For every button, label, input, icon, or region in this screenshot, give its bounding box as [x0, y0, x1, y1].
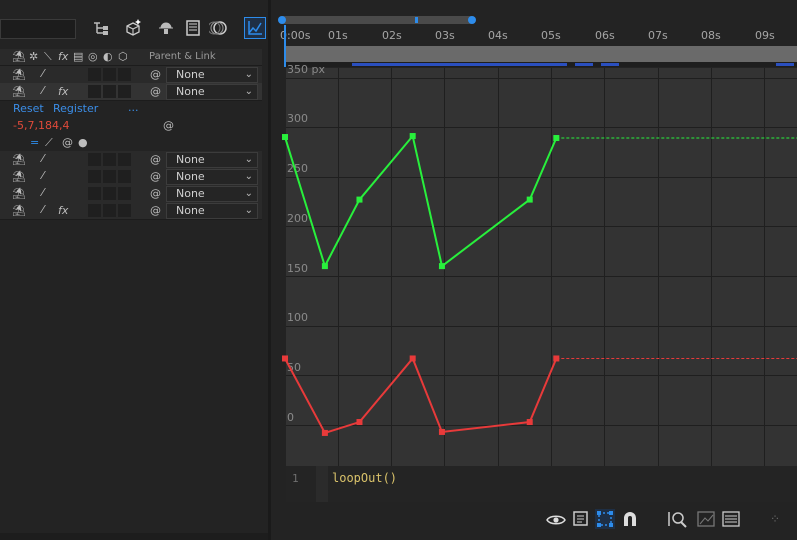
expression-gutter [316, 466, 328, 502]
red-keyframe[interactable] [409, 355, 416, 362]
red-keyframe[interactable] [553, 355, 560, 362]
green-curve[interactable] [284, 133, 558, 269]
red-keyframe[interactable] [526, 419, 533, 426]
green-keyframe[interactable] [526, 196, 533, 203]
green-keyframe[interactable] [553, 135, 560, 142]
red-keyframe[interactable] [438, 428, 445, 435]
green-keyframe[interactable] [356, 196, 363, 203]
green-keyframe[interactable] [282, 134, 288, 141]
green-keyframe[interactable] [409, 133, 416, 140]
clipboard-icon[interactable] [572, 510, 590, 532]
ease-graph-icon[interactable] [721, 510, 741, 532]
expression-editor[interactable]: 1 loopOut() [286, 466, 797, 502]
transform-box-icon[interactable] [595, 509, 615, 529]
green-keyframe[interactable] [438, 263, 445, 270]
red-keyframe[interactable] [356, 419, 363, 426]
more-options-icon[interactable]: ⁘ [770, 512, 780, 526]
expression-code[interactable]: loopOut() [332, 471, 397, 485]
red-curve[interactable] [284, 356, 558, 435]
graph-type-icon[interactable] [696, 510, 716, 532]
red-keyframe[interactable] [321, 429, 328, 436]
bottom-strip [0, 533, 268, 540]
eye-icon[interactable] [546, 512, 566, 531]
graph-toolbar [280, 503, 797, 540]
green-keyframe[interactable] [321, 263, 328, 270]
red-keyframe[interactable] [282, 355, 288, 362]
snap-magnet-icon[interactable] [621, 510, 639, 532]
value-curves[interactable] [0, 0, 797, 540]
fit-zoom-icon[interactable] [668, 510, 688, 532]
line-number: 1 [292, 472, 299, 485]
